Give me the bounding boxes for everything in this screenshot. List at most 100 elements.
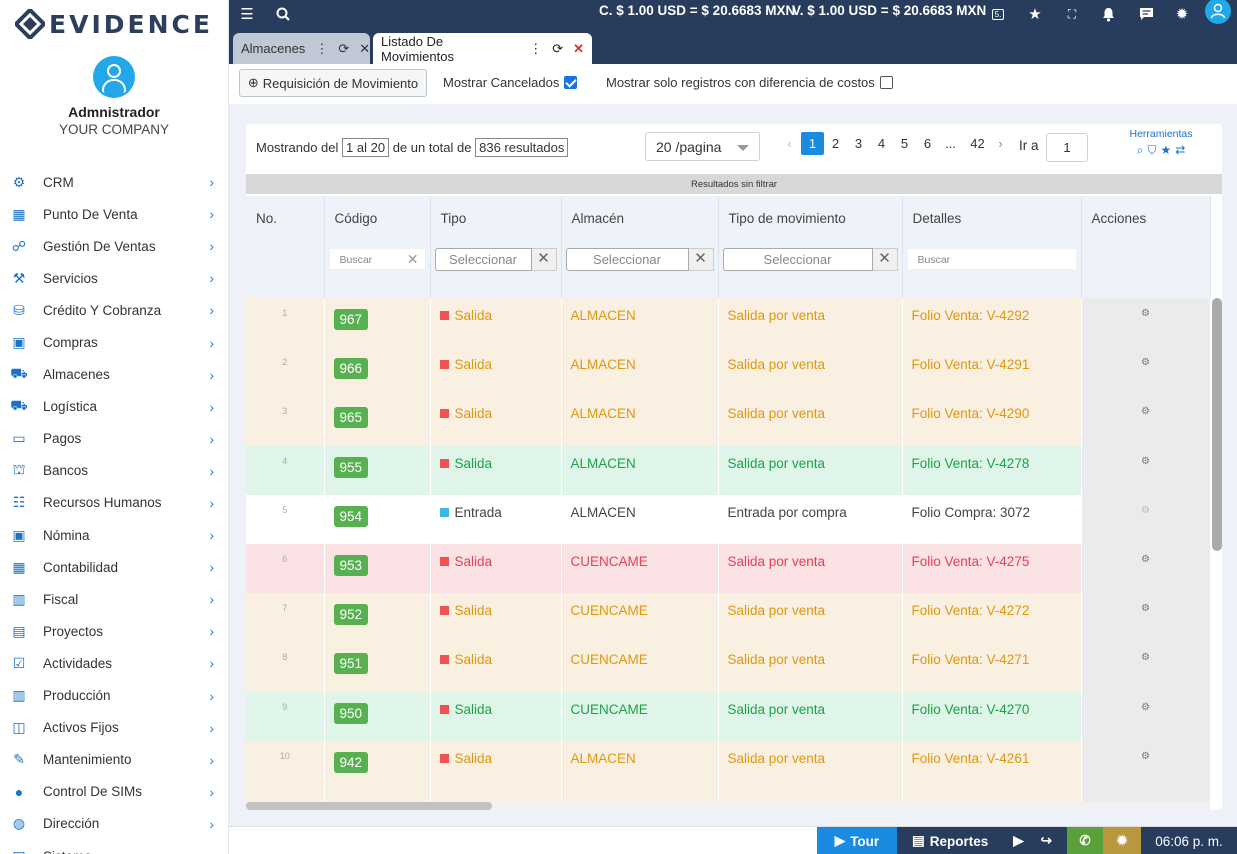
brand-logo[interactable]: EVIDENCE (0, 0, 228, 46)
tab-options-icon[interactable]: ⋮ (529, 41, 542, 57)
sidebar-item-fiscal[interactable]: ▥ Fiscal › (0, 583, 228, 615)
table-row[interactable]: 2 966 Salida ALMACEN Salida por venta Folio V… (246, 347, 1211, 397)
sidebar-item-crm[interactable]: ⚙ CRM › (0, 166, 228, 198)
warehouse-select[interactable]: Seleccionar ✕ (565, 248, 714, 271)
code-badge[interactable]: 953 (333, 554, 369, 576)
column-header[interactable]: Acciones (1081, 196, 1211, 240)
options-gear-icon[interactable]: ⚙ (1141, 406, 1150, 417)
column-header[interactable]: Almacén (561, 196, 719, 240)
options-gear-icon[interactable]: ⚙ (1141, 554, 1150, 565)
table-row[interactable]: 4 955 Salida ALMACEN Salida por venta Folio V… (246, 445, 1211, 495)
horizontal-scrollbar[interactable] (246, 802, 1210, 810)
sidebar-item-recursos-humanos[interactable]: ☷ Recursos Humanos › (0, 487, 228, 519)
sidebar-item-gestion-de-ventas[interactable]: ☍ Gestión De Ventas › (0, 230, 228, 262)
page-ellipsis[interactable]: ... (939, 132, 962, 155)
filter-icon[interactable]: ⛉ (1147, 143, 1156, 158)
clear-icon[interactable]: ✕ (407, 251, 419, 268)
code-badge[interactable]: 954 (333, 505, 369, 527)
search-icon[interactable] (273, 4, 293, 24)
options-gear-icon[interactable]: ⚙ (1141, 456, 1150, 467)
sidebar-item-compras[interactable]: ▣ Compras › (0, 326, 228, 358)
chat-icon[interactable] (1136, 4, 1156, 24)
table-row[interactable]: 10 942 Salida ALMACEN Salida por venta Folio … (246, 740, 1211, 790)
show-cost-diff-toggle[interactable]: Mostrar solo registros con diferencia de… (606, 75, 893, 90)
search-icon[interactable]: ⌕ (1137, 143, 1144, 158)
next-page-icon[interactable]: › (989, 132, 1012, 155)
close-icon[interactable]: ✕ (573, 41, 584, 57)
movement-type-select[interactable]: Seleccionar ✕ (722, 248, 898, 271)
sidebar-item-actividades[interactable]: ☑ Actividades › (0, 647, 228, 679)
column-header[interactable]: Detalles (902, 196, 1082, 240)
swap-icon[interactable]: ⇄ (1175, 143, 1185, 158)
code-badge[interactable]: 950 (333, 702, 369, 724)
refresh-icon[interactable]: ⟳ (552, 41, 563, 57)
table-row[interactable]: 8 951 Salida CUENCAME Salida por venta Folio … (246, 642, 1211, 692)
show-cancelled-toggle[interactable]: Mostrar Cancelados (443, 75, 578, 90)
clear-icon[interactable]: ✕ (688, 248, 714, 271)
sidebar-item-mantenimiento[interactable]: ✎ Mantenimiento › (0, 744, 228, 776)
options-gear-icon[interactable]: ⚙ (1141, 702, 1150, 713)
code-search-input[interactable]: Buscar ✕ (328, 248, 426, 270)
page-link[interactable]: 5 (893, 132, 916, 155)
table-row[interactable]: 3 965 Salida ALMACEN Salida por venta Folio V… (246, 396, 1211, 446)
tour-button[interactable]: ▶ Tour (817, 827, 897, 854)
code-badge[interactable]: 942 (333, 751, 369, 773)
sidebar-item-activos-fijos[interactable]: ◫ Activos Fijos › (0, 712, 228, 744)
page-link[interactable]: 6 (916, 132, 939, 155)
keyboard-icon[interactable]: 5. (988, 4, 1008, 24)
details-search-input[interactable]: Buscar (906, 248, 1077, 270)
page-link[interactable]: 2 (824, 132, 847, 155)
show-cancelled-checkbox[interactable] (564, 76, 578, 89)
sidebar-item-almacenes[interactable]: ⛟ Almacenes › (0, 359, 228, 391)
star-icon[interactable]: ★ (1160, 143, 1171, 158)
sidebar-item-credito-y-cobranza[interactable]: ⛁ Crédito Y Cobranza › (0, 294, 228, 326)
code-badge[interactable]: 951 (333, 653, 369, 675)
column-header[interactable]: No. (246, 196, 325, 240)
code-badge[interactable]: 966 (333, 358, 369, 380)
scrollbar-thumb[interactable] (246, 802, 492, 810)
options-gear-icon[interactable]: ⚙ (1141, 505, 1150, 516)
sidebar-item-logistica[interactable]: ⛟ Logística › (0, 391, 228, 423)
code-badge[interactable]: 965 (333, 407, 369, 429)
clear-icon[interactable]: ✕ (872, 248, 898, 271)
settings-gear-icon[interactable]: ✹ (1103, 827, 1141, 854)
user-account-icon[interactable] (1205, 0, 1231, 24)
sidebar-item-servicios[interactable]: ⚒ Servicios › (0, 262, 228, 294)
bell-icon[interactable] (1098, 4, 1118, 24)
sidebar-item-direccion[interactable]: ◍ Dirección › (0, 808, 228, 840)
show-cost-diff-checkbox[interactable] (879, 76, 893, 89)
tab-options-icon[interactable]: ⋮ (315, 41, 328, 57)
star-icon[interactable]: ★ (1025, 4, 1045, 24)
vertical-scrollbar[interactable] (1212, 298, 1222, 808)
reports-button[interactable]: ▤ Reportes (912, 833, 988, 849)
table-row[interactable]: 9 950 Salida CUENCAME Salida por venta Folio … (246, 691, 1211, 741)
sidebar-item-proyectos[interactable]: ▤ Proyectos › (0, 615, 228, 647)
tab-almacenes[interactable]: Almacenes ⋮ ⟳ ✕ (233, 33, 370, 64)
sidebar-item-punto-de-venta[interactable]: ▦ Punto De Venta › (0, 198, 228, 230)
sidebar-item-produccion[interactable]: ▥ Producción › (0, 680, 228, 712)
options-gear-icon[interactable]: ⚙ (1141, 652, 1150, 663)
options-gear-icon[interactable]: ⚙ (1141, 308, 1150, 319)
page-link[interactable]: 3 (847, 132, 870, 155)
sidebar-item-pagos[interactable]: ▭ Pagos › (0, 423, 228, 455)
page-size-select[interactable]: 20 /pagina (645, 132, 760, 161)
share-icon[interactable]: ↪ (1041, 833, 1052, 849)
goto-page-input[interactable]: 1 (1046, 133, 1088, 162)
code-badge[interactable]: 952 (333, 604, 369, 626)
options-gear-icon[interactable]: ⚙ (1141, 751, 1150, 762)
column-header[interactable]: Tipo de movimiento (718, 196, 903, 240)
clear-icon[interactable]: ✕ (531, 248, 557, 271)
scrollbar-thumb[interactable] (1212, 298, 1222, 551)
video-icon[interactable]: ▶ (1013, 833, 1023, 849)
sidebar-item-control-de-sims[interactable]: ● Control De SIMs › (0, 776, 228, 808)
prev-page-icon[interactable]: ‹ (778, 132, 801, 155)
sidebar-item-sistema[interactable]: ▣ Sistema› (0, 840, 228, 854)
options-gear-icon[interactable]: ⚙ (1141, 603, 1150, 614)
code-badge[interactable]: 955 (333, 456, 369, 478)
settings-gear-icon[interactable]: ✹ (1172, 4, 1192, 24)
user-avatar-icon[interactable] (93, 56, 135, 98)
type-select[interactable]: Seleccionar ✕ (434, 248, 557, 271)
sidebar-item-nomina[interactable]: ▣ Nómina › (0, 519, 228, 551)
options-gear-icon[interactable]: ⚙ (1141, 357, 1150, 368)
table-row[interactable]: 5 954 Entrada ALMACEN Entrada por compra Foli… (246, 494, 1211, 544)
